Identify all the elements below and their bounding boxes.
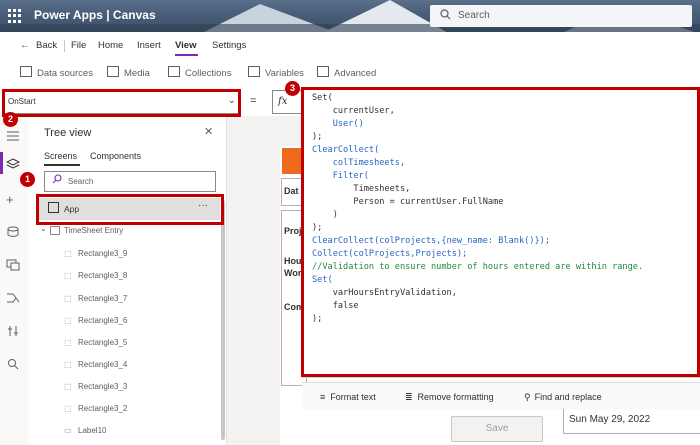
label-icon: ▭ bbox=[64, 426, 72, 435]
tree-item[interactable]: Rectangle3_4 bbox=[78, 360, 127, 369]
menu-view[interactable]: View bbox=[175, 40, 196, 51]
equals-sign: = bbox=[250, 95, 257, 107]
active-tab-indicator bbox=[44, 164, 80, 166]
layers-icon[interactable] bbox=[5, 158, 21, 170]
remove-formatting-icon: ≣ bbox=[405, 392, 413, 402]
canvas-label: Proj bbox=[284, 226, 302, 236]
media-icon bbox=[107, 66, 119, 77]
add-icon[interactable]: + bbox=[6, 192, 20, 207]
close-icon[interactable]: ✕ bbox=[204, 125, 213, 138]
search-icon bbox=[440, 9, 451, 22]
tree-item[interactable]: Label10 bbox=[78, 426, 106, 435]
screen-icon bbox=[50, 226, 60, 235]
rectangle-icon: ⬚ bbox=[64, 271, 72, 280]
back-arrow-icon[interactable]: ← bbox=[20, 40, 30, 51]
search-icon: ⚲ bbox=[524, 392, 531, 402]
menu-file[interactable]: File bbox=[71, 40, 86, 51]
scrollbar[interactable] bbox=[221, 200, 225, 440]
format-text-icon: ≡ bbox=[320, 392, 326, 402]
menu-settings[interactable]: Settings bbox=[212, 40, 246, 51]
rectangle-icon: ⬚ bbox=[64, 294, 72, 303]
tree-item-screen[interactable]: TimeSheet Entry bbox=[64, 226, 123, 235]
rectangle-icon: ⬚ bbox=[64, 249, 72, 258]
collections-button[interactable]: Collections bbox=[168, 66, 231, 79]
tree-item[interactable]: Rectangle3_8 bbox=[78, 271, 127, 280]
highlight-app-item bbox=[36, 194, 224, 225]
search-rail-icon[interactable] bbox=[6, 358, 20, 370]
advanced-button[interactable]: Advanced bbox=[317, 66, 376, 79]
tree-item[interactable]: Rectangle3_9 bbox=[78, 249, 127, 258]
search-placeholder: Search bbox=[458, 10, 490, 21]
canvas-label: Wor bbox=[284, 268, 302, 278]
tree-view-title: Tree view bbox=[44, 127, 92, 139]
save-button[interactable]: Save bbox=[451, 416, 543, 442]
rectangle-icon: ⬚ bbox=[64, 316, 72, 325]
annotation-badge-3: 3 bbox=[285, 81, 300, 96]
hamburger-icon[interactable] bbox=[6, 130, 20, 142]
rectangle-icon: ⬚ bbox=[64, 338, 72, 347]
menu-insert[interactable]: Insert bbox=[137, 40, 161, 51]
variables-icon bbox=[248, 66, 260, 77]
fx-icon: fx bbox=[278, 96, 288, 107]
media-button[interactable]: Media bbox=[107, 66, 150, 79]
canvas-header-bar bbox=[282, 148, 302, 174]
find-replace-button[interactable]: ⚲ Find and replace bbox=[524, 392, 602, 403]
variables-button[interactable]: Variables bbox=[248, 66, 304, 79]
data-sources-button[interactable]: Data sources bbox=[20, 66, 93, 79]
rectangle-icon: ⬚ bbox=[64, 382, 72, 391]
highlight-formula-editor bbox=[301, 87, 700, 377]
media-rail-icon[interactable] bbox=[6, 259, 20, 271]
collections-icon bbox=[168, 66, 180, 77]
canvas-label: Dat bbox=[284, 186, 299, 196]
date-value: Sun May 29, 2022 bbox=[569, 414, 651, 425]
format-text-button[interactable]: ≡ Format text bbox=[320, 392, 376, 402]
search-icon bbox=[52, 174, 62, 186]
highlight-property-dropdown bbox=[2, 89, 241, 117]
waffle-icon[interactable] bbox=[8, 9, 22, 23]
advanced-tools-icon[interactable] bbox=[6, 325, 20, 337]
tree-item[interactable]: Rectangle3_5 bbox=[78, 338, 127, 347]
app-title: Power Apps | Canvas bbox=[34, 8, 156, 22]
remove-formatting-button[interactable]: ≣ Remove formatting bbox=[405, 392, 494, 403]
tree-search-placeholder: Search bbox=[68, 177, 94, 186]
annotation-badge-1: 1 bbox=[20, 172, 35, 187]
tree-item[interactable]: Rectangle3_3 bbox=[78, 382, 127, 391]
tree-item[interactable]: Rectangle3_2 bbox=[78, 404, 127, 413]
tree-item[interactable]: Rectangle3_7 bbox=[78, 294, 127, 303]
divider bbox=[64, 40, 65, 52]
data-icon[interactable] bbox=[6, 226, 20, 238]
menu-back[interactable]: Back bbox=[36, 40, 57, 51]
rectangle-icon: ⬚ bbox=[64, 404, 72, 413]
menu-home[interactable]: Home bbox=[98, 40, 123, 51]
tab-components[interactable]: Components bbox=[90, 151, 141, 161]
annotation-badge-2: 2 bbox=[3, 112, 18, 127]
tree-item[interactable]: Rectangle3_6 bbox=[78, 316, 127, 325]
active-rail-indicator bbox=[0, 152, 3, 174]
active-tab-indicator bbox=[175, 54, 198, 56]
power-automate-icon[interactable] bbox=[6, 292, 20, 304]
chevron-down-icon[interactable]: ⌄ bbox=[40, 224, 47, 233]
rectangle-icon: ⬚ bbox=[64, 360, 72, 369]
tab-screens[interactable]: Screens bbox=[44, 151, 77, 161]
database-icon bbox=[20, 66, 32, 77]
advanced-icon bbox=[317, 66, 329, 77]
